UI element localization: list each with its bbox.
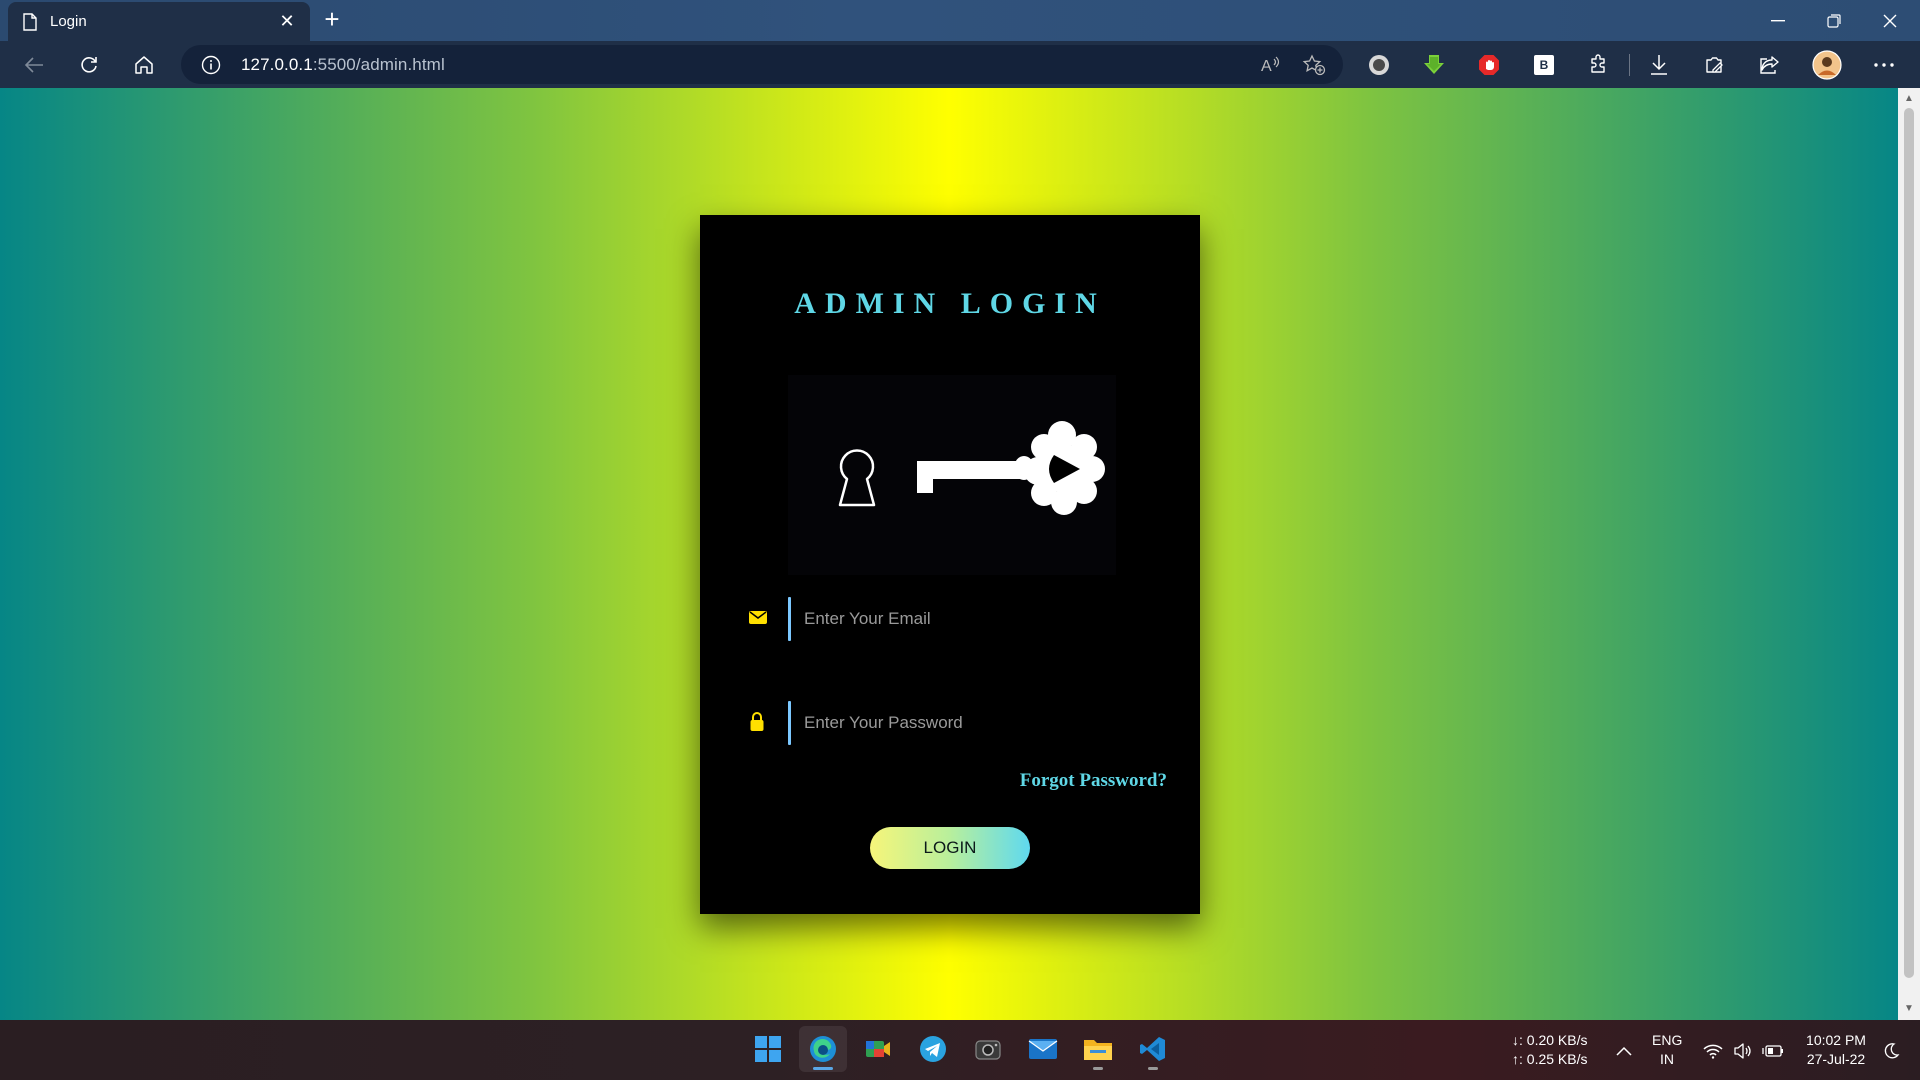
language-indicator[interactable]: ENG (1652, 1031, 1682, 1050)
scroll-up-icon[interactable]: ▲ (1904, 94, 1914, 104)
email-field-accent (788, 597, 791, 641)
back-button[interactable] (16, 47, 52, 83)
email-field-row (748, 597, 1168, 641)
forgot-password-link[interactable]: Forgot Password? (1020, 770, 1167, 792)
taskbar-meet[interactable] (854, 1026, 902, 1072)
envelope-icon (748, 607, 770, 629)
running-indicator (1093, 1067, 1103, 1070)
taskbar-vscode[interactable] (1129, 1026, 1177, 1072)
home-button[interactable] (126, 47, 162, 83)
login-button[interactable]: LOGIN (870, 827, 1030, 869)
address-bar[interactable]: 127.0.0.1:5500/admin.html A (181, 45, 1343, 84)
volume-icon[interactable] (1732, 1042, 1754, 1060)
browser-title-bar: Login ✕ + (0, 0, 1920, 41)
key-icon (917, 421, 1105, 515)
profile-avatar[interactable] (1809, 47, 1845, 83)
svg-text:A: A (1261, 58, 1272, 75)
network-speed-up: ↑: 0.25 KB/s (1512, 1051, 1588, 1067)
keyhole-icon (838, 449, 876, 507)
wifi-icon[interactable] (1702, 1042, 1724, 1060)
add-favorite-icon[interactable] (1298, 49, 1330, 81)
network-speed-down: ↓: 0.20 KB/s (1512, 1032, 1588, 1048)
reload-button[interactable] (71, 47, 107, 83)
clock-time[interactable]: 10:02 PM (1796, 1031, 1876, 1050)
page-scrollbar[interactable]: ▲ ▼ (1898, 88, 1920, 1020)
focus-moon-icon[interactable] (1880, 1042, 1902, 1060)
restore-button[interactable] (1806, 0, 1862, 41)
close-window-button[interactable] (1862, 0, 1918, 41)
clock-date[interactable]: 27-Jul-22 (1796, 1050, 1876, 1069)
login-card: ADMIN LOGIN Enter Your Email Forgot Pass… (700, 215, 1200, 914)
page-icon (22, 12, 38, 31)
url-text[interactable]: 127.0.0.1:5500/admin.html (241, 55, 445, 75)
page-title: ADMIN LOGIN (794, 287, 1106, 320)
chevron-up-icon[interactable] (1613, 1042, 1635, 1060)
taskbar: ↓: 0.20 KB/s ↑: 0.25 KB/s ENG IN 10:02 P… (0, 1020, 1920, 1080)
taskbar-telegram[interactable] (909, 1026, 957, 1072)
taskbar-edge[interactable] (799, 1026, 847, 1072)
key-illustration (788, 375, 1116, 575)
extension-adblock-icon[interactable] (1471, 47, 1507, 83)
share-icon[interactable] (1751, 47, 1787, 83)
downloads-icon[interactable] (1641, 47, 1677, 83)
extension-record-icon[interactable] (1361, 47, 1397, 83)
toolbar-divider (1629, 54, 1630, 76)
url-host: 127.0.0.1 (241, 55, 313, 74)
running-indicator (1148, 1067, 1158, 1070)
scroll-thumb[interactable] (1904, 108, 1914, 978)
new-tab-button[interactable]: + (318, 6, 346, 34)
extension-b-icon[interactable]: B (1526, 47, 1562, 83)
lock-icon (748, 711, 770, 733)
extension-b-badge: B (1534, 55, 1554, 75)
battery-icon[interactable] (1762, 1042, 1784, 1060)
web-capture-icon[interactable] (1696, 47, 1732, 83)
start-button[interactable] (744, 1026, 792, 1072)
active-indicator (813, 1067, 833, 1070)
close-tab-icon[interactable]: ✕ (276, 11, 298, 32)
browser-toolbar: 127.0.0.1:5500/admin.html A B (0, 41, 1920, 88)
scroll-down-icon[interactable]: ▼ (1904, 1004, 1914, 1014)
password-input[interactable] (804, 701, 1164, 745)
taskbar-mail[interactable] (1019, 1026, 1067, 1072)
page-viewport: ADMIN LOGIN Enter Your Email Forgot Pass… (0, 88, 1898, 1020)
read-aloud-icon[interactable]: A (1255, 49, 1287, 81)
extensions-icon[interactable] (1581, 47, 1617, 83)
language-region: IN (1660, 1051, 1674, 1067)
url-path: :5500/admin.html (312, 55, 445, 74)
minimize-button[interactable] (1750, 0, 1806, 41)
taskbar-file-explorer[interactable] (1074, 1026, 1122, 1072)
site-info-icon[interactable] (201, 55, 221, 80)
more-menu-icon[interactable] (1866, 47, 1902, 83)
email-input[interactable] (804, 597, 1164, 641)
password-field-accent (788, 701, 791, 745)
password-field-row (748, 701, 1168, 745)
browser-tab-active[interactable]: Login ✕ (8, 2, 310, 41)
extension-download-icon[interactable] (1416, 47, 1452, 83)
tab-title: Login (50, 13, 87, 30)
taskbar-camera[interactable] (964, 1026, 1012, 1072)
